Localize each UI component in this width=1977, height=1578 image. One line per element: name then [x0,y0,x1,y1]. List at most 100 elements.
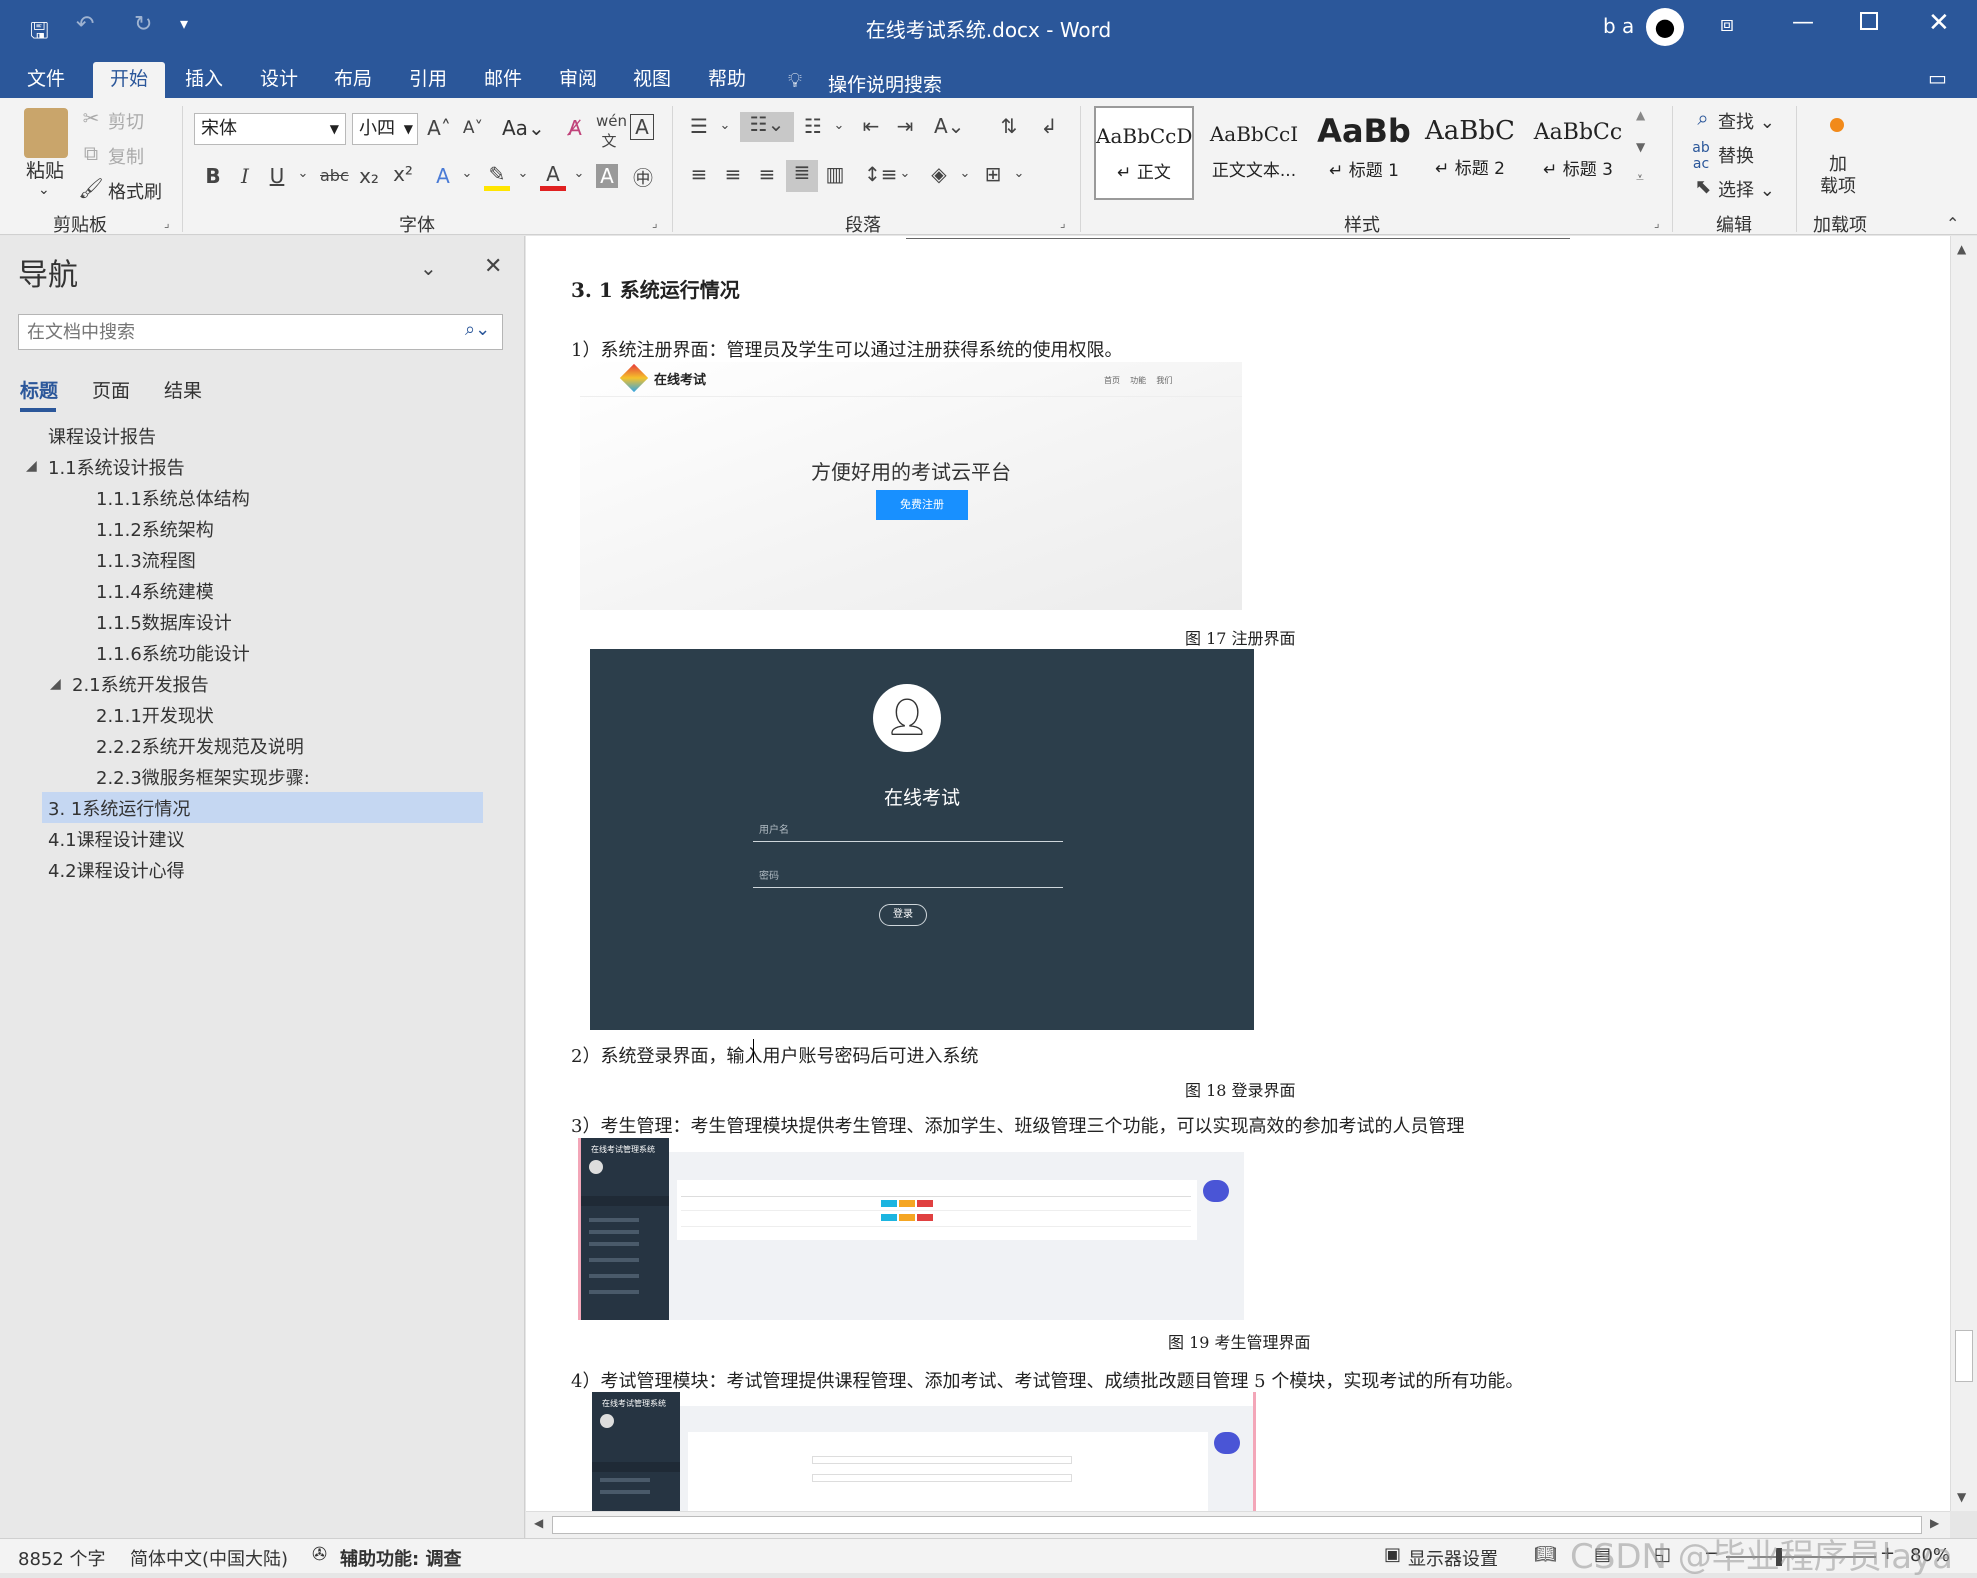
read-mode-icon[interactable]: 📖︎ [1534,1544,1557,1565]
replace-icon[interactable]: ab ac [1688,140,1714,172]
clipboard-launcher-icon[interactable]: ⌟ [164,216,170,230]
styles-scroll-up-icon[interactable]: ▲ [1636,108,1645,122]
paragraph-1[interactable]: 1）系统注册界面：管理员及学生可以通过注册获得系统的使用权限。 [571,336,1122,362]
subscript-icon[interactable]: x₂ [356,164,382,188]
align-center-icon[interactable]: ≡ [720,162,746,186]
nav-tab-headings[interactable]: 标题 [20,376,58,403]
figure-18-caption[interactable]: 图 18 登录界面 [1185,1077,1296,1101]
decrease-indent-icon[interactable]: ⇤ [858,114,884,138]
collapse-triangle-icon[interactable]: ◢ [50,676,61,692]
addins-button[interactable]: 加 载项 [1820,154,1856,198]
multilevel-dropdown-icon[interactable]: ⌄ [826,118,852,133]
font-name-combo[interactable]: 宋体 ▼ [194,113,346,145]
text-effects-icon[interactable]: A [430,164,456,188]
align-left-icon[interactable]: ≡ [686,162,712,186]
copy-button[interactable]: 复制 [108,143,144,169]
bullets-dropdown-icon[interactable]: ⌄ [712,118,738,133]
phonetic-guide-icon[interactable]: wén 文 [596,112,627,151]
vertical-scroll-thumb[interactable] [1955,1330,1973,1382]
tell-me-search[interactable]: 操作说明搜索 [828,70,942,97]
font-color-icon[interactable]: A [540,162,566,191]
tab-insert[interactable]: 插入 [172,62,236,98]
figure-19-caption[interactable]: 图 19 考生管理界面 [1168,1329,1311,1353]
cut-icon[interactable]: ✂ [78,106,104,130]
tab-design[interactable]: 设计 [247,62,311,98]
ribbon-display-icon[interactable]: ⧈ [1720,12,1734,37]
comments-icon[interactable]: ▭ [1928,66,1947,90]
nav-heading-item[interactable]: 课程设计报告 [48,423,156,449]
line-spacing-dropdown-icon[interactable]: ⌄ [892,166,918,181]
collapse-triangle-icon[interactable]: ◢ [26,458,37,474]
text-effects-dropdown-icon[interactable]: ⌄ [454,166,480,181]
section-heading[interactable]: 3. 1 系统运行情况 [571,274,740,303]
language-status[interactable]: 简体中文(中国大陆) [130,1545,288,1571]
paste-button[interactable]: 粘贴 [26,156,64,183]
scroll-up-icon[interactable]: ▲ [1957,242,1966,256]
paragraph-2[interactable]: 2）系统登录界面，输入用户账号密码后可进入系统 [571,1042,978,1068]
shading-dropdown-icon[interactable]: ⌄ [952,166,978,181]
style-body-text[interactable]: AaBbCcI 正文文本... [1204,106,1304,200]
clear-format-icon[interactable]: A̸ [562,116,588,140]
minimize-icon[interactable]: — [1792,10,1814,35]
enclose-char-icon[interactable]: ㊥ [630,162,656,191]
style-heading-1[interactable]: AaBb ↵ 标题 1 [1314,106,1414,200]
paragraph-launcher-icon[interactable]: ⌟ [1060,216,1066,230]
paste-dropdown-icon[interactable]: ⌄ [38,182,50,198]
numbering-icon[interactable]: ☷⌄ [740,112,794,142]
borders-icon[interactable]: ⊞ [980,162,1006,186]
underline-icon[interactable]: U [264,164,290,188]
close-icon[interactable]: ✕ [1928,8,1950,38]
superscript-icon[interactable]: x² [390,162,416,186]
tab-mailings[interactable]: 邮件 [471,62,535,98]
tab-help[interactable]: 帮助 [695,62,759,98]
tab-references[interactable]: 引用 [396,62,460,98]
shading-icon[interactable]: ◈ [926,162,952,186]
line-spacing-icon[interactable]: ↕≡ [864,162,898,186]
shrink-font-icon[interactable]: A˅ [460,118,486,138]
nav-heading-item-selected[interactable]: 3. 1系统运行情况 [48,795,190,821]
tab-layout[interactable]: 布局 [321,62,385,98]
nav-heading-item[interactable]: 1.1.2系统架构 [96,516,214,542]
select-button[interactable]: 选择 ⌄ [1718,176,1775,202]
borders-dropdown-icon[interactable]: ⌄ [1006,166,1032,181]
nav-options-icon[interactable]: ⌄ [420,256,437,280]
align-right-icon[interactable]: ≡ [754,162,780,186]
vertical-scrollbar[interactable]: ▲ ▼ [1950,236,1977,1511]
font-launcher-icon[interactable]: ⌟ [652,216,658,230]
paragraph-4[interactable]: 4）考试管理模块：考试管理提供课程管理、添加考试、考试管理、成绩批改题目管理 5… [571,1367,1523,1393]
collapse-ribbon-icon[interactable]: ⌃ [1946,214,1959,233]
bullets-icon[interactable]: ☰ [686,114,712,138]
highlight-dropdown-icon[interactable]: ⌄ [510,166,536,181]
italic-icon[interactable]: I [232,164,258,188]
nav-heading-item[interactable]: 2.2.2系统开发规范及说明 [96,733,304,759]
style-heading-3[interactable]: AaBbCc ↵ 标题 3 [1528,106,1628,200]
find-button[interactable]: 查找 ⌄ [1718,108,1775,134]
select-icon[interactable]: ⬉ [1690,174,1716,198]
tab-file[interactable]: 文件 [14,62,78,98]
nav-search-box[interactable]: ⌕⌄ [18,314,503,350]
char-shading-icon[interactable]: A [596,164,618,188]
paragraph-3[interactable]: 3）考生管理：考生管理模块提供考生管理、添加学生、班级管理三个功能，可以实现高效… [571,1112,1464,1138]
nav-search-icon[interactable]: ⌕⌄ [465,319,490,340]
style-normal[interactable]: AaBbCcD ↵ 正文 [1094,106,1194,200]
nav-heading-item[interactable]: 2.1.1开发现状 [96,702,214,728]
format-painter-icon[interactable]: 🖌︎ [78,176,104,200]
nav-heading-item[interactable]: 1.1.6系统功能设计 [96,640,250,666]
scroll-right-icon[interactable]: ▶ [1930,1516,1939,1530]
nav-heading-item[interactable]: 1.1.5数据库设计 [96,609,232,635]
user-name[interactable]: b a [1603,14,1634,38]
cut-button[interactable]: 剪切 [108,108,144,134]
justify-icon[interactable]: ≣ [786,160,818,192]
grow-font-icon[interactable]: A˄ [426,116,452,140]
styles-more-icon[interactable]: ⩡ [1636,170,1644,186]
avatar[interactable]: ● [1646,8,1684,46]
change-case-button[interactable]: Aa⌄ [502,116,545,140]
style-heading-2[interactable]: AaBbC ↵ 标题 2 [1420,106,1520,200]
strikethrough-icon[interactable]: abc [320,166,349,185]
nav-heading-item[interactable]: 1.1.3流程图 [96,547,196,573]
font-color-dropdown-icon[interactable]: ⌄ [566,166,592,181]
maximize-icon[interactable] [1860,12,1878,30]
asian-layout-icon[interactable]: A⌄ [934,114,964,138]
nav-heading-item[interactable]: 2.1系统开发报告 [72,671,209,697]
figure-17-caption[interactable]: 图 17 注册界面 [1185,625,1296,649]
